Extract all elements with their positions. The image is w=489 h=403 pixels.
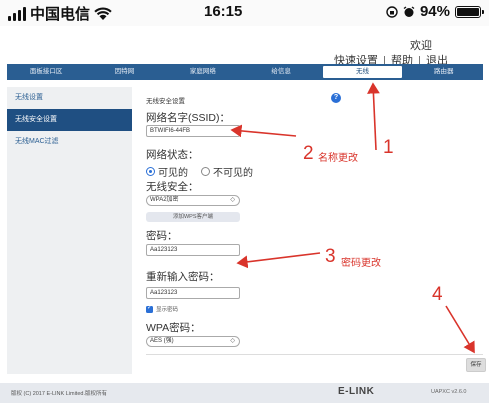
password-input[interactable]: Aa123123 [146,244,240,256]
copyright-text: 版权 (C) 2017 E-LINK Limited.版权所有 [11,391,107,397]
annotation-number-2: 2 [303,143,314,164]
visible-label: 可见的 [158,168,188,179]
welcome-text: 欢迎 [410,40,432,52]
wifi-icon [94,6,112,20]
sidebar-item-mac-filter[interactable]: 无线MAC过滤 [7,131,132,153]
sidebar: 无线设置 无线安全设置 无线MAC过滤 [7,87,132,374]
ssid-input[interactable]: BTWIFI6-44FB [146,125,240,137]
nav-internet[interactable]: 因特网 [85,64,163,80]
section-title: 无线安全设置 [146,98,185,105]
security-select[interactable]: WPA2加密 [146,195,240,206]
security-label: 无线安全： [146,181,199,193]
invisible-radio[interactable] [201,167,210,176]
battery-percent: 94% [419,3,450,20]
brand-logo-text: E-LINK [338,386,375,397]
nav-home-network[interactable]: 家庭网络 [164,64,242,80]
show-password-label: 显示密码 [156,307,179,313]
show-password-row: 显示密码 [146,304,179,313]
add-wps-client-button[interactable]: 添加WPS客户端 [146,212,240,222]
show-password-checkbox[interactable] [146,304,153,313]
signal-icon [8,6,26,21]
annotation-number-1: 1 [383,137,394,158]
clock: 16:15 [204,3,243,20]
status-right: 94% [386,3,484,20]
main-nav: 面板接口区 因特网 家庭网络 给信息 无线 路由器 [7,64,483,80]
visible-radio[interactable] [146,167,155,176]
nav-wireless[interactable]: 无线 [323,66,402,78]
sidebar-item-wireless-security[interactable]: 无线安全设置 [7,109,132,131]
repeat-password-label: 重新输入密码： [146,271,220,283]
password-label: 密码： [146,230,178,242]
save-button[interactable]: 保存 [466,358,486,372]
divider [146,354,483,355]
help-icon[interactable]: ? [331,93,341,103]
nav-info[interactable]: 给信息 [242,64,320,80]
version-text: UAPXC v2.6.0 [431,389,467,395]
carrier-area: 中国电信 [8,3,112,24]
annotation-rename: 名称更改 [318,153,358,164]
ssid-label: 网络名字(SSID)： [146,112,230,124]
nav-router[interactable]: 路由器 [405,64,483,80]
main-content: 无线安全设置 网络名字(SSID)： BTWIFI6-44FB 网络状态： 可见… [146,87,483,374]
invisible-label: 不可见的 [213,168,253,179]
wpa-cipher-select[interactable]: AES (强) [146,336,240,347]
annotation-password-change: 密码更改 [341,258,381,269]
visibility-radio-group: 可见的 不可见的 [146,164,253,179]
wpa-cipher-label: WPA密码： [146,322,201,334]
annotation-number-4: 4 [432,284,443,305]
carrier-name: 中国电信 [30,6,91,23]
network-status-label: 网络状态： [146,149,199,161]
alarm-icon [403,5,415,17]
repeat-password-input[interactable]: Aa123123 [146,287,240,299]
nav-panel-ports[interactable]: 面板接口区 [7,64,85,80]
orientation-lock-icon [386,5,398,18]
annotation-number-3: 3 [325,246,336,267]
sidebar-item-wireless-settings[interactable]: 无线设置 [7,87,132,109]
footer: 版权 (C) 2017 E-LINK Limited.版权所有 E-LINK U… [0,383,489,403]
status-bar: 中国电信 16:15 94% [0,0,489,26]
battery-icon [455,5,484,18]
